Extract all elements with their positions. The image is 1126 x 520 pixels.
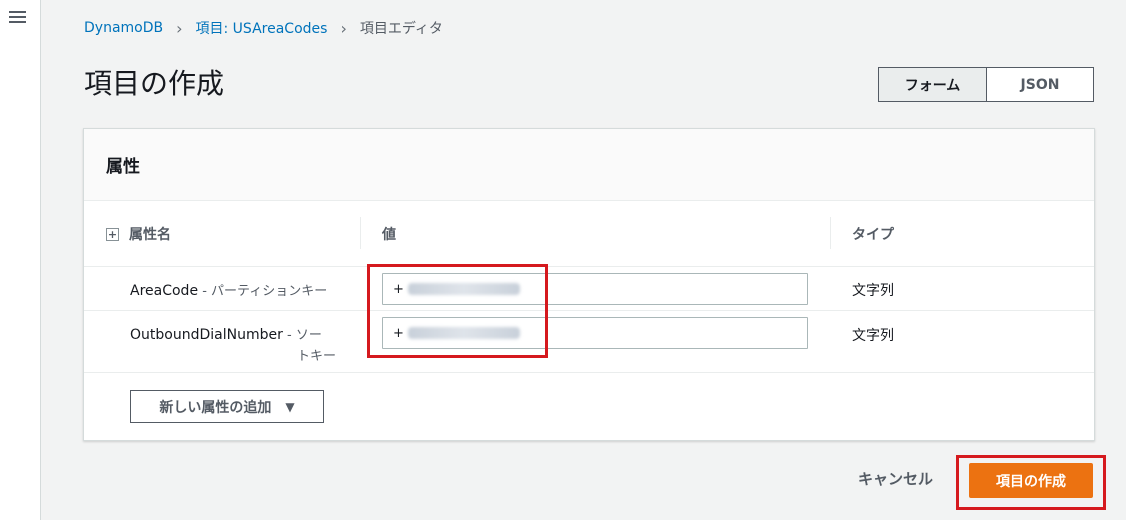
breadcrumb-current: 項目エディタ: [359, 21, 443, 37]
key-type-label-continued: トキー: [296, 349, 336, 364]
column-header-value: 値: [382, 227, 396, 243]
column-header-name: + 属性名: [106, 201, 171, 267]
table-row: AreaCode - パーティションキー + 文字列: [84, 267, 1094, 311]
attribute-name: AreaCode - パーティションキー: [130, 280, 336, 299]
breadcrumb-table[interactable]: 項目: USAreaCodes: [196, 18, 328, 38]
attribute-name-text: OutboundDialNumber: [130, 327, 283, 343]
table-header: + 属性名 値 タイプ: [84, 201, 1094, 267]
attribute-type: 文字列: [852, 328, 894, 344]
attribute-name: OutboundDialNumber - ソー トキー: [130, 325, 336, 367]
view-toggle: フォーム JSON: [878, 67, 1094, 102]
panel-header: 属性: [84, 129, 1094, 201]
key-type-label: - ソー: [282, 328, 322, 343]
breadcrumb-dynamodb[interactable]: DynamoDB: [84, 20, 163, 36]
caret-down-icon: ▼: [285, 399, 295, 414]
page-title: 項目の作成: [84, 67, 225, 100]
breadcrumb: DynamoDB › 項目: USAreaCodes › 項目エディタ: [84, 18, 443, 38]
chevron-right-icon: ›: [340, 18, 347, 38]
key-type-label: - パーティションキー: [198, 284, 328, 299]
column-divider: [360, 217, 361, 249]
column-header-type: タイプ: [852, 227, 894, 243]
column-label-name: 属性名: [129, 227, 171, 243]
chevron-right-icon: ›: [176, 18, 183, 38]
add-attribute-button[interactable]: 新しい属性の追加 ▼: [130, 390, 324, 423]
sidebar: [0, 0, 41, 520]
plus-square-icon[interactable]: +: [106, 227, 119, 241]
column-divider: [830, 217, 831, 249]
attributes-panel: 属性 + 属性名 値 タイプ AreaCode - パーティションキー + 文字…: [83, 128, 1095, 441]
attribute-name-text: AreaCode: [130, 283, 199, 299]
tab-json[interactable]: JSON: [987, 67, 1094, 102]
cancel-button[interactable]: キャンセル: [858, 468, 933, 489]
hamburger-icon[interactable]: [9, 11, 26, 25]
tab-form[interactable]: フォーム: [878, 67, 987, 102]
attribute-type: 文字列: [852, 283, 894, 299]
add-attribute-label: 新しい属性の追加: [159, 399, 272, 416]
highlight-box-create: [956, 455, 1106, 510]
panel-title: 属性: [106, 157, 140, 177]
table-row: OutboundDialNumber - ソー トキー + 文字列: [84, 311, 1094, 373]
highlight-box-values: [367, 264, 548, 358]
